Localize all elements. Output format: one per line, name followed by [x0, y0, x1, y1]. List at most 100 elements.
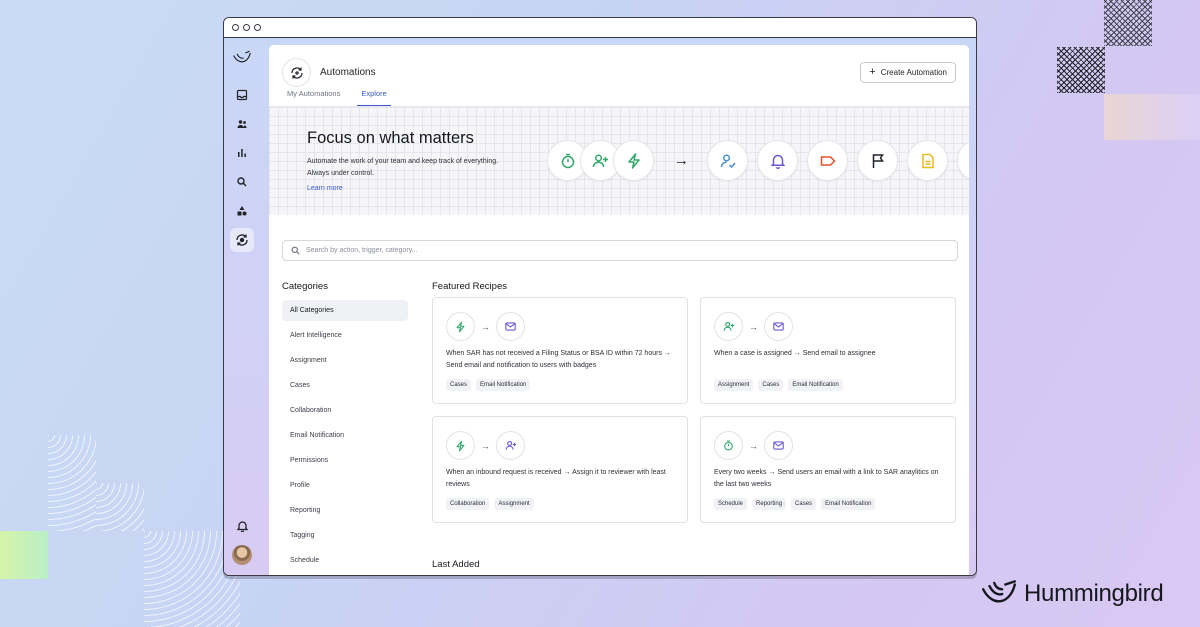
hero-subtitle: Automate the work of your team and keep … [307, 158, 499, 177]
category-email-notification[interactable]: Email Notification [282, 425, 408, 446]
lightning-icon [613, 140, 654, 181]
recipe-tags: Cases Email Notification [446, 379, 531, 391]
recipe-trigger: Every two weeks [714, 469, 767, 476]
recipe-tags: Collaboration Assignment [446, 498, 534, 510]
brand-name: Hummingbird [1024, 580, 1164, 607]
lightning-icon [446, 431, 475, 460]
decorative-pattern [1057, 47, 1105, 93]
recipe-icons: → [446, 431, 525, 460]
mail-icon [764, 431, 793, 460]
category-reporting[interactable]: Reporting [282, 500, 408, 521]
featured-heading: Featured Recipes [432, 281, 507, 292]
category-alert-intelligence[interactable]: Alert Intelligence [282, 325, 408, 346]
automations-icon[interactable] [230, 228, 254, 252]
hummingbird-logo-icon[interactable] [230, 46, 254, 70]
decorative-block [1104, 94, 1200, 140]
search-icon[interactable] [230, 170, 254, 194]
recipe-trigger: When SAR has not received a Filing Statu… [446, 350, 662, 357]
tag-chip[interactable]: Email Notification [821, 498, 876, 510]
arrow-icon: → [563, 469, 571, 476]
recipe-tags: Assignment Cases Email Notification [714, 379, 843, 391]
arrow-icon: → [749, 440, 758, 451]
tag-icon [807, 140, 848, 181]
decorative-pattern [1104, 0, 1152, 46]
search-placeholder: Search by action, trigger, category... [306, 247, 418, 254]
tag-chip[interactable]: Schedule [714, 498, 748, 510]
add-user-icon [714, 312, 743, 341]
category-profile[interactable]: Profile [282, 475, 408, 496]
lightning-icon [446, 312, 475, 341]
category-assignment[interactable]: Assignment [282, 350, 408, 371]
tag-chip[interactable]: Assignment [494, 498, 534, 510]
tab-explore[interactable]: Explore [357, 89, 391, 106]
tag-chip[interactable]: Cases [791, 498, 817, 510]
decorative-pattern [96, 483, 144, 531]
recipe-icons: → [714, 312, 793, 341]
hero-flow-illustration: → [547, 140, 969, 181]
window-titlebar [224, 18, 976, 38]
page-title: Automations [320, 67, 376, 78]
recipe-action: Send email and notification to users wit… [446, 361, 597, 369]
arrow-icon: → [749, 321, 758, 332]
browser-window: Automations + Create Automation My Autom… [223, 17, 977, 576]
brand-logo: Hummingbird [980, 579, 1164, 609]
nav-rail [224, 38, 260, 575]
recipe-description: When an inbound request is received → As… [446, 467, 681, 490]
arrow-icon: → [663, 350, 671, 357]
users-icon[interactable] [230, 112, 254, 136]
recipe-trigger: When a case is assigned [714, 350, 792, 357]
category-cases[interactable]: Cases [282, 375, 408, 396]
plus-icon: + [869, 66, 876, 78]
arrow-icon: → [481, 440, 490, 451]
tab-my-automations[interactable]: My Automations [283, 89, 344, 106]
recipe-card[interactable]: → When SAR has not received a Filing Sta… [432, 297, 688, 404]
recipe-card[interactable]: → When an inbound request is received → … [432, 416, 688, 523]
chart-icon[interactable] [230, 141, 254, 165]
category-all-categories[interactable]: All Categories [282, 300, 408, 321]
window-dot-close[interactable] [232, 24, 239, 31]
user-check-icon [707, 140, 748, 181]
tag-chip[interactable]: Email Notification [476, 379, 531, 391]
recipe-description: When a case is assigned → Send email to … [714, 348, 949, 360]
hummingbird-logo-icon [981, 580, 1017, 603]
tag-chip[interactable]: Collaboration [446, 498, 490, 510]
bell-icon[interactable] [235, 519, 249, 537]
category-schedule[interactable]: Schedule [282, 550, 408, 571]
category-collaboration[interactable]: Collaboration [282, 400, 408, 421]
search-field[interactable]: Search by action, trigger, category... [282, 240, 958, 261]
timer-icon [714, 431, 743, 460]
tag-chip[interactable]: Reporting [752, 498, 787, 510]
category-tagging[interactable]: Tagging [282, 525, 408, 546]
tab-bar: My Automations Explore [283, 89, 391, 106]
category-permissions[interactable]: Permissions [282, 450, 408, 471]
categories-heading: Categories [282, 281, 328, 292]
app-frame: Automations + Create Automation My Autom… [224, 38, 976, 575]
arrow-icon: → [674, 152, 689, 169]
window-dot-minimize[interactable] [243, 24, 250, 31]
arrow-icon: → [793, 350, 801, 357]
search-icon [291, 246, 300, 255]
shapes-icon[interactable] [230, 199, 254, 223]
page-header: Automations + Create Automation My Autom… [269, 45, 969, 107]
create-automation-label: Create Automation [880, 68, 947, 77]
tag-chip[interactable]: Cases [446, 379, 472, 391]
recipe-trigger: When an inbound request is received [446, 469, 562, 476]
add-user-icon [496, 431, 525, 460]
recipe-card[interactable]: → Every two weeks → Send users an email … [700, 416, 956, 523]
arrow-icon: → [768, 469, 776, 476]
recipe-icons: → [446, 312, 525, 341]
tag-chip[interactable]: Email Notification [788, 379, 843, 391]
tag-chip[interactable]: Cases [758, 379, 784, 391]
decorative-pattern [48, 435, 96, 531]
inbox-icon[interactable] [230, 83, 254, 107]
learn-more-link[interactable]: Learn more [307, 185, 343, 192]
arrow-icon: → [481, 321, 490, 332]
categories-list: Categories All Categories Alert Intellig… [282, 281, 408, 575]
tag-chip[interactable]: Assignment [714, 379, 754, 391]
mail-icon [496, 312, 525, 341]
window-dot-maximize[interactable] [254, 24, 261, 31]
avatar[interactable] [232, 545, 252, 565]
mail-icon [764, 312, 793, 341]
create-automation-button[interactable]: + Create Automation [860, 62, 956, 83]
recipe-card[interactable]: → When a case is assigned → Send email t… [700, 297, 956, 404]
